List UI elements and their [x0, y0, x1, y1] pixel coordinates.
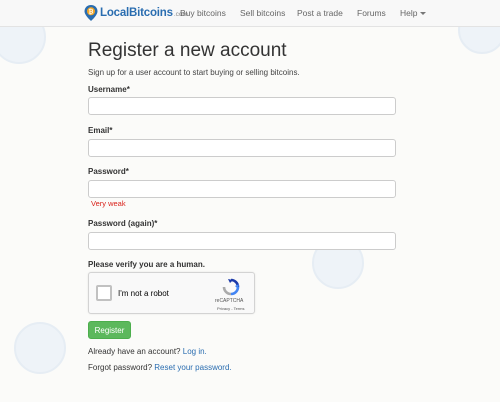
password-again-input[interactable] [88, 232, 396, 250]
reset-password-link[interactable]: Reset your password. [154, 363, 231, 372]
password-again-label-text: Password (again) [88, 219, 155, 228]
brand-logo[interactable]: ₿ LocalBitcoins .com [84, 4, 188, 22]
recaptcha-brand: reCAPTCHA [215, 298, 244, 304]
recaptcha-label: I'm not a robot [118, 289, 169, 298]
password-input[interactable] [88, 180, 396, 198]
nav-buy-bitcoins[interactable]: Buy bitcoins [180, 8, 226, 18]
location-pin-icon: ₿ [84, 5, 98, 21]
watermark-circle-bottom [14, 322, 66, 374]
nav-forums[interactable]: Forums [357, 8, 386, 18]
recaptcha-terms-link[interactable]: Terms [234, 306, 245, 311]
required-marker: * [126, 85, 130, 94]
forgot-password-prompt: Forgot password? Reset your password. [88, 363, 232, 372]
nav-help[interactable]: Help [400, 8, 427, 18]
brand-name: LocalBitcoins [100, 7, 173, 19]
login-prompt: Already have an account? Log in. [88, 347, 207, 356]
password-label: Password* [88, 167, 129, 176]
page-title: Register a new account [88, 40, 287, 61]
chevron-down-icon [420, 12, 427, 16]
required-marker: * [125, 167, 129, 176]
password-strength: Very weak [91, 199, 126, 208]
recaptcha-privacy-link[interactable]: Privacy [217, 306, 230, 311]
recaptcha-widget: I'm not a robot reCAPTCHA Privacy - Term… [88, 272, 255, 314]
forgot-password-text: Forgot password? [88, 363, 153, 372]
username-label: Username* [88, 85, 130, 94]
have-account-text: Already have an account? [88, 347, 181, 356]
recaptcha-links: Privacy - Terms [217, 306, 245, 311]
nav-sell-bitcoins[interactable]: Sell bitcoins [240, 8, 285, 18]
verify-human-label: Please verify you are a human. [88, 260, 205, 269]
email-input[interactable] [88, 139, 396, 157]
email-label: Email* [88, 126, 112, 135]
login-link[interactable]: Log in. [183, 347, 207, 356]
recaptcha-checkbox[interactable] [96, 285, 112, 301]
svg-text:₿: ₿ [89, 9, 94, 16]
top-navbar: ₿ LocalBitcoins .com Buy bitcoins Sell b… [0, 0, 500, 27]
username-input[interactable] [88, 97, 396, 115]
recaptcha-logo-icon [222, 278, 240, 296]
required-marker: * [154, 219, 158, 228]
page-subtitle: Sign up for a user account to start buyi… [88, 68, 300, 77]
email-label-text: Email [88, 126, 110, 135]
nav-help-label: Help [400, 8, 418, 18]
password-label-text: Password [88, 167, 126, 176]
username-label-text: Username [88, 85, 127, 94]
nav-post-trade[interactable]: Post a trade [297, 8, 343, 18]
password-again-label: Password (again)* [88, 219, 157, 228]
register-button[interactable]: Register [88, 321, 131, 339]
required-marker: * [109, 126, 113, 135]
